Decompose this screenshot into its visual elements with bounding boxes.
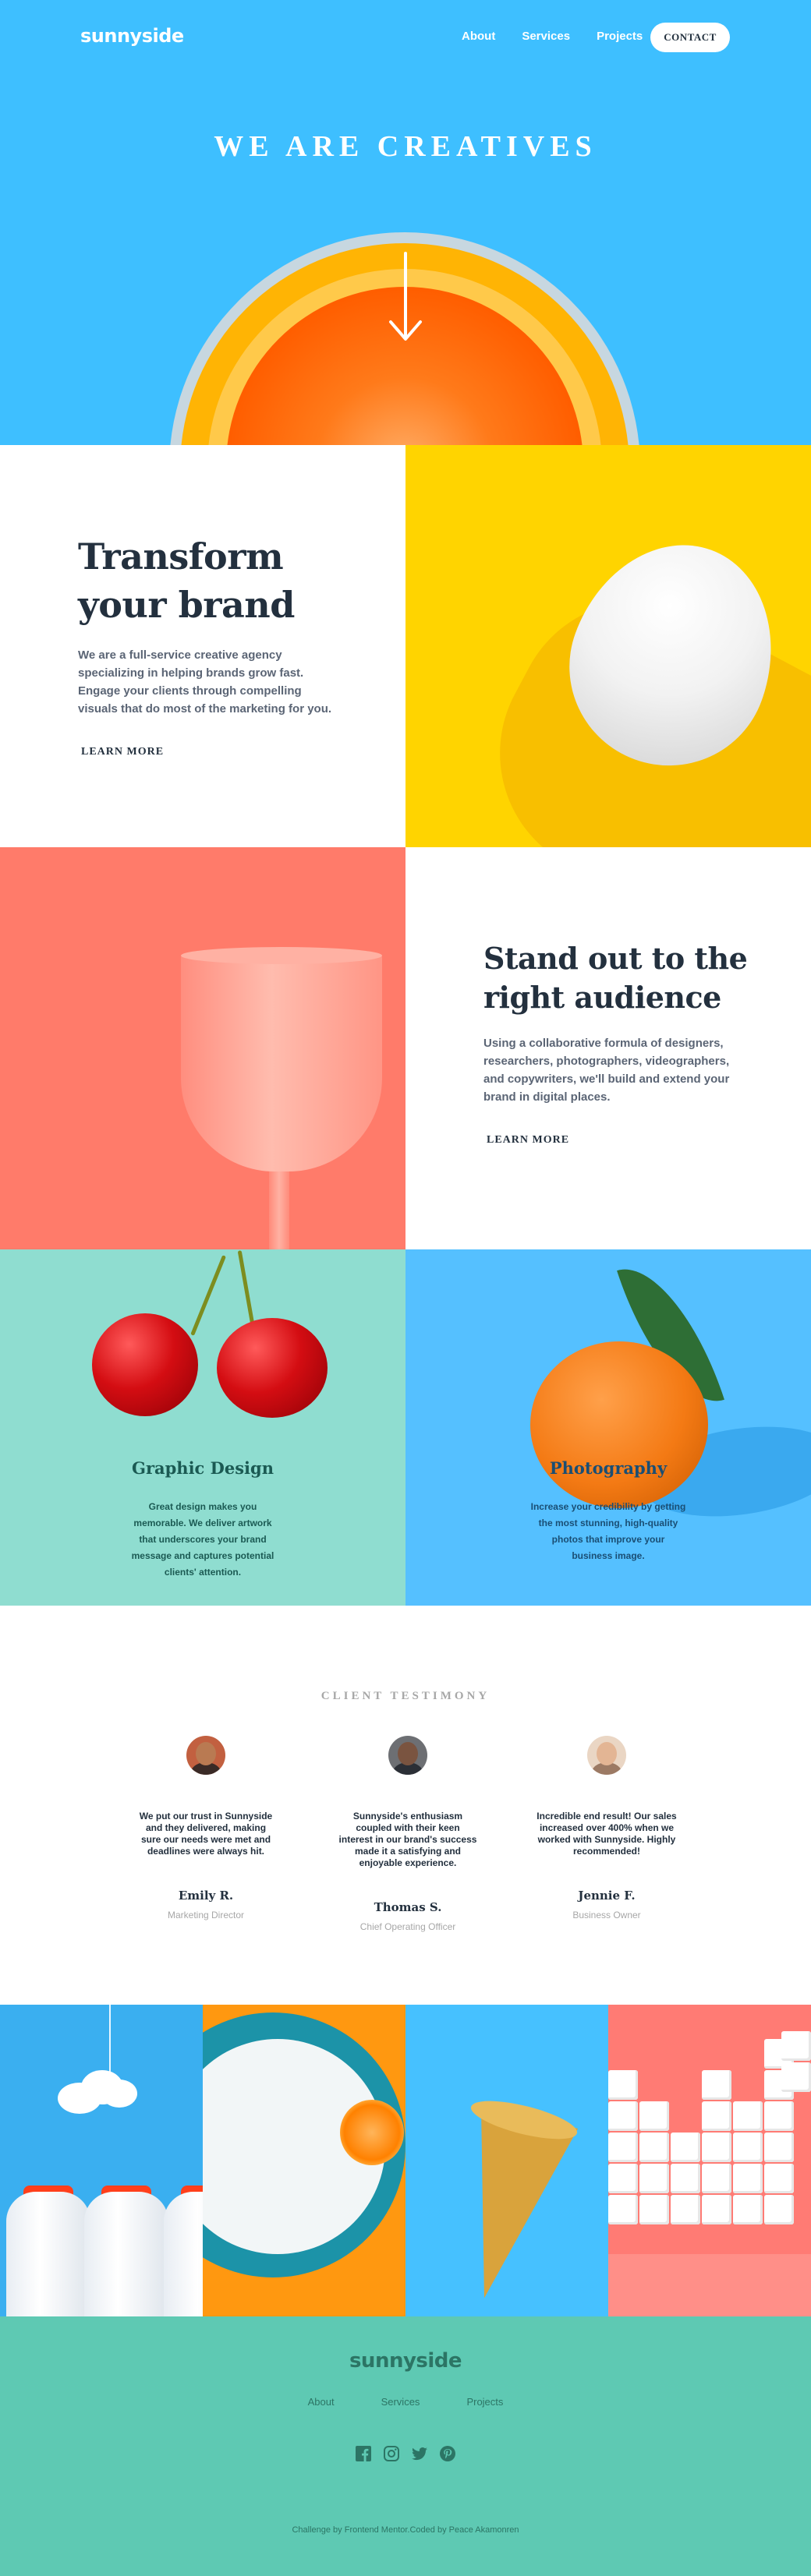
avatar: [186, 1736, 225, 1775]
testimonial-quote: We put our trust in Sunnyside and they d…: [139, 1811, 273, 1857]
testimonial-role: Chief Operating Officer: [359, 1921, 456, 1932]
testimonials-section: CLIENT TESTIMONY We put our trust in Sun…: [0, 1606, 811, 2005]
testimonial-name: Thomas S.: [374, 1900, 442, 1914]
testimonials-title: CLIENT TESTIMONY: [321, 1690, 490, 1702]
pinterest-icon[interactable]: [438, 2444, 457, 2463]
standout-text-block: Stand out to the right audience Using a …: [483, 939, 749, 1147]
footer-logo[interactable]: sunnyside: [0, 2349, 811, 2373]
footer-links: About Services Projects: [0, 2396, 811, 2408]
testimonial-card: Incredible end result! Our sales increas…: [513, 1736, 700, 1921]
testimonial-name: Emily R.: [178, 1889, 234, 1903]
standout-body: Using a collaborative formula of designe…: [483, 1037, 730, 1104]
testimonial-card: We put our trust in Sunnyside and they d…: [112, 1736, 299, 1921]
standout-title-line1: Stand out to the: [483, 941, 748, 976]
nav-link-services[interactable]: Services: [522, 30, 570, 43]
hero-section: sunnyside About Services Projects CONTAC…: [0, 0, 811, 445]
cup-image: [0, 847, 406, 1249]
instagram-icon[interactable]: [382, 2444, 401, 2463]
hero-title: WE ARE CREATIVES: [214, 130, 597, 163]
twitter-icon[interactable]: [410, 2444, 429, 2463]
gallery-section: [0, 2005, 811, 2316]
testimonial-role: Business Owner: [572, 1910, 641, 1921]
footer: sunnyside About Services Projects Challe…: [0, 2316, 811, 2576]
standout-learn-more-link[interactable]: LEARN MORE: [483, 1134, 573, 1147]
cherry-stem: [190, 1255, 227, 1336]
nav-links: About Services Projects: [462, 30, 669, 43]
standout-learn-more-label: LEARN MORE: [487, 1134, 570, 1146]
footer-link-services[interactable]: Services: [381, 2396, 420, 2408]
photography-text: Increase your credibility by getting the…: [530, 1501, 686, 1561]
nav-link-projects[interactable]: Projects: [597, 30, 643, 43]
cherry-stem: [237, 1250, 255, 1328]
testimonial-quote: Incredible end result! Our sales increas…: [537, 1811, 677, 1857]
cup-rim: [181, 947, 382, 964]
avatar: [587, 1736, 626, 1775]
transform-title-line1: Transform: [78, 535, 284, 578]
graphic-design-title: Graphic Design: [132, 1458, 274, 1478]
social-links: [0, 2444, 811, 2463]
transform-text-block: Transform your brand We are a full-servi…: [78, 532, 335, 758]
testimonial-card: Sunnyside's enthusiasm coupled with thei…: [314, 1736, 501, 1932]
standout-text-panel: Stand out to the right audience Using a …: [406, 847, 811, 1249]
top-nav: sunnyside About Services Projects CONTAC…: [0, 22, 811, 53]
transform-learn-more-label: LEARN MORE: [81, 746, 165, 758]
services-section: Graphic Design Great design makes you me…: [0, 1249, 811, 1606]
mandarin: [530, 1341, 708, 1508]
transform-title: Transform your brand: [78, 532, 335, 629]
testimonial-name: Jennie F.: [578, 1889, 636, 1903]
transform-text-panel: Transform your brand We are a full-servi…: [0, 445, 406, 847]
photography-title: Photography: [549, 1458, 668, 1478]
standout-title: Stand out to the right audience: [483, 939, 749, 1017]
gallery-orange-plate-image: [203, 2005, 406, 2316]
facebook-icon[interactable]: [354, 2444, 373, 2463]
nav-link-about[interactable]: About: [462, 30, 495, 43]
gallery-milk-bottles-image: [0, 2005, 203, 2316]
cup-body: [181, 955, 382, 1171]
gallery-sugar-cubes-image: [608, 2005, 811, 2316]
testimonial-role: Marketing Director: [167, 1910, 245, 1921]
egg-image: [406, 445, 811, 847]
standout-title-line2: right audience: [483, 980, 721, 1015]
photography-card: Photography Increase your credibility by…: [406, 1249, 811, 1606]
testimonial-quote: Sunnyside's enthusiasm coupled with thei…: [338, 1811, 477, 1868]
graphic-design-text: Great design makes you memorable. We del…: [131, 1501, 274, 1578]
footer-link-about[interactable]: About: [308, 2396, 335, 2408]
graphic-design-card: Graphic Design Great design makes you me…: [0, 1249, 406, 1606]
attribution-text: Challenge by Frontend Mentor.Coded by Pe…: [292, 2525, 519, 2535]
transform-title-line2: your brand: [78, 584, 295, 626]
cup-stem: [269, 1163, 289, 1249]
gallery-ice-cream-cone-image: [406, 2005, 608, 2316]
transform-learn-more-link[interactable]: LEARN MORE: [78, 746, 168, 758]
cherry-right: [217, 1318, 328, 1418]
standout-section: Stand out to the right audience Using a …: [0, 847, 811, 1249]
contact-button[interactable]: CONTACT: [650, 23, 730, 52]
logo[interactable]: sunnyside: [80, 25, 184, 47]
cherry-left: [92, 1313, 198, 1416]
arrow-down-icon[interactable]: [388, 252, 423, 342]
transform-section: Transform your brand We are a full-servi…: [0, 445, 811, 847]
footer-link-projects[interactable]: Projects: [466, 2396, 503, 2408]
transform-body: We are a full-service creative agency sp…: [78, 648, 332, 716]
avatar: [388, 1736, 427, 1775]
